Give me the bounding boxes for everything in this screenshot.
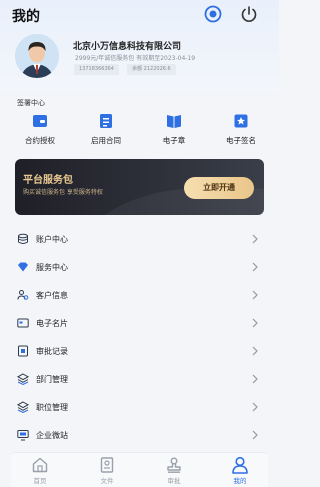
package-info: 2999元/年诚信服务包 有效期至2023-04-19 [75, 55, 196, 62]
chevron-right-icon [252, 346, 258, 356]
tab-files[interactable]: 文件 [87, 453, 127, 487]
tab-mine[interactable]: 我的 [220, 453, 260, 487]
banner-subtitle: 购买诚信服务包 享受服务特权 [23, 189, 103, 196]
phone-tag: 13718366364 [74, 64, 119, 75]
record-icon [18, 345, 28, 357]
bottom-tab-bar: 首页 文件 审批 我的 [11, 452, 268, 487]
profile-card[interactable]: 北京小万信息科技有限公司 2999元/年诚信服务包 有效期至2023-04-19… [0, 30, 279, 94]
layers-icon [17, 401, 29, 413]
users-icon [17, 290, 29, 300]
quick-item-e-seal[interactable]: 电子章 [144, 112, 204, 146]
chevron-right-icon [252, 374, 258, 384]
banner-title: 平台服务包 [23, 175, 73, 186]
section-title-sign-center: 签署中心 [17, 99, 45, 107]
balance-tag: 余额 2122026.6 [127, 64, 176, 75]
profile-tags: 13718366364 余额 2122026.6 [74, 64, 179, 83]
scan-icon[interactable] [204, 5, 222, 23]
menu-item-customer-info[interactable]: 客户信息 [0, 282, 279, 310]
e-seal-icon [167, 115, 181, 128]
chevron-right-icon [252, 262, 258, 272]
menu-item-approval-records[interactable]: 审批记录 [0, 338, 279, 366]
quick-item-contract-auth[interactable]: 合约授权 [10, 112, 70, 146]
file-icon [100, 457, 114, 473]
menu-item-position-management[interactable]: 职位管理 [0, 394, 279, 422]
stamp-icon [167, 457, 181, 473]
chevron-right-icon [252, 402, 258, 412]
layers-icon [17, 373, 29, 385]
quick-item-enable-contract[interactable]: 启用合同 [76, 112, 136, 146]
home-icon [32, 457, 48, 473]
chevron-right-icon [252, 234, 258, 244]
diamond-icon [18, 262, 28, 272]
menu-item-department-management[interactable]: 部门管理 [0, 366, 279, 394]
page-title: 我的 [12, 9, 40, 25]
activate-now-button[interactable]: 立即开通 [184, 177, 254, 199]
user-icon [232, 456, 248, 474]
quick-actions: 合约授权 启用合同 电子章 电子签名 [0, 112, 279, 152]
card-icon [17, 318, 29, 328]
menu-item-account-center[interactable]: 账户中心 [0, 226, 279, 254]
tab-approval[interactable]: 审批 [154, 453, 194, 487]
monitor-icon [17, 430, 29, 441]
quick-item-e-signature[interactable]: 电子签名 [211, 112, 271, 146]
avatar [15, 34, 59, 78]
power-icon[interactable] [240, 5, 258, 23]
company-name: 北京小万信息科技有限公司 [73, 42, 182, 52]
chevron-right-icon [252, 430, 258, 440]
account-icon [18, 233, 28, 244]
service-package-banner[interactable]: 平台服务包 购买诚信服务包 享受服务特权 立即开通 [15, 159, 264, 215]
tab-home[interactable]: 首页 [20, 453, 60, 487]
contract-auth-icon [33, 115, 47, 127]
chevron-right-icon [252, 290, 258, 300]
enable-contract-icon [100, 114, 112, 128]
menu-item-enterprise-microsite[interactable]: 企业微站 [0, 422, 279, 450]
menu-item-service-center[interactable]: 服务中心 [0, 254, 279, 282]
e-signature-icon [234, 114, 248, 128]
menu-item-e-business-card[interactable]: 电子名片 [0, 310, 279, 338]
chevron-right-icon [252, 318, 258, 328]
